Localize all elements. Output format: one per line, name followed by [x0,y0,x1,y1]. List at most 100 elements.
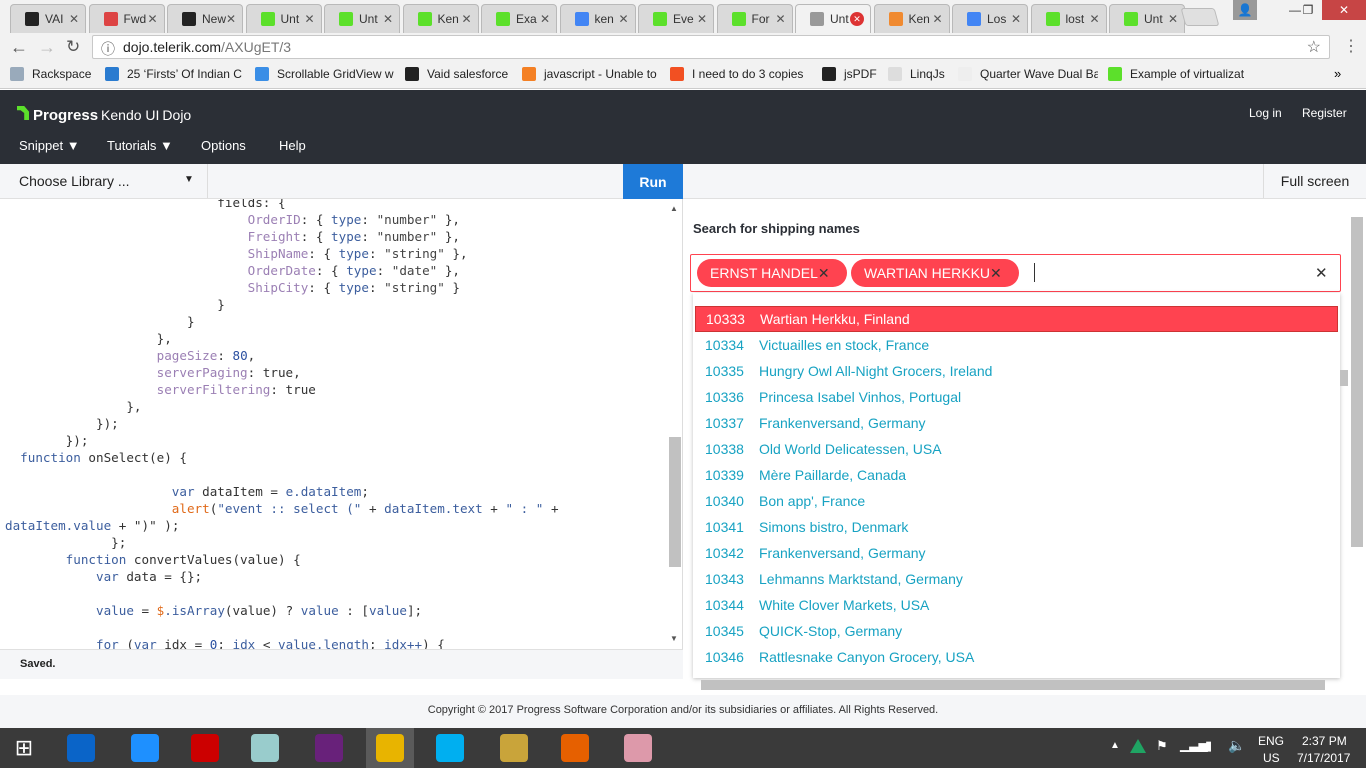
editor-scrollbar[interactable] [669,437,681,567]
taskbar-app-chrome[interactable] [366,728,414,768]
selected-tag[interactable]: ERNST HANDEL ✕ [697,259,847,287]
bookmark-item[interactable]: I need to do 3 copies [670,67,803,81]
tag-remove-icon[interactable]: ✕ [818,265,830,282]
close-window-button[interactable]: ✕ [1322,0,1366,20]
url-input[interactable]: ⓘ dojo.telerik.com/AXUgET/3 ☆ [92,35,1330,59]
browser-tab[interactable]: For ✕ [716,4,793,33]
bookmark-item[interactable]: Rackspace [10,67,91,81]
logo[interactable]: Progress Kendo UI Dojo [17,106,191,124]
taskbar-app-skype[interactable] [426,728,474,768]
tab-close-icon[interactable]: ✕ [697,12,707,26]
volume-icon[interactable]: 🔈 [1228,737,1245,754]
browser-tab[interactable]: Fwd ✕ [88,4,165,33]
horizontal-scrollbar[interactable] [701,680,1325,690]
bookmark-item[interactable]: jsPDF [822,67,877,81]
battery-icon[interactable]: ▮ [1205,738,1212,754]
tray-expand-icon[interactable]: ▲ [1110,740,1120,751]
tab-close-icon[interactable]: ✕ [618,12,628,26]
taskbar-app-outlook[interactable] [57,728,105,768]
taskbar-app-tools[interactable] [490,728,538,768]
browser-tab[interactable]: Eve ✕ [638,4,714,33]
bookmark-item[interactable]: Vaid salesforce [405,67,508,81]
tab-close-icon[interactable]: ✕ [304,12,314,26]
tab-close-icon[interactable]: ✕ [461,12,471,26]
bookmark-item[interactable]: LinqJs [888,67,945,81]
taskbar-app-notepad[interactable] [241,728,289,768]
list-scrollbar[interactable] [1340,370,1348,386]
list-item[interactable]: 10335 Hungry Owl All-Night Grocers, Irela… [695,358,1338,384]
list-item[interactable]: 10344 White Clover Markets, USA [695,592,1338,618]
library-dropdown[interactable]: Choose Library ... ▼ [0,164,208,198]
browser-tab[interactable]: New ✕ [167,4,243,33]
browser-tab[interactable]: Unt ✕ [245,4,322,33]
tab-error-close-icon[interactable]: ✕ [850,12,864,26]
tab-close-icon[interactable]: ✕ [775,12,785,26]
nav-tutorials[interactable]: Tutorials ▼ [107,138,173,153]
bookmarks-more-button[interactable]: » [1334,66,1341,81]
list-item[interactable]: 10336 Princesa Isabel Vinhos, Portugal [695,384,1338,410]
browser-tab[interactable]: ken ✕ [559,4,636,33]
nav-help[interactable]: Help [279,138,306,153]
register-link[interactable]: Register [1302,106,1347,120]
scroll-down-icon[interactable]: ▼ [670,634,678,643]
list-item[interactable]: 10337 Frankenversand, Germany [695,410,1338,436]
list-item[interactable]: 10334 Victuailles en stock, France [695,332,1338,358]
tab-close-icon[interactable]: ✕ [1089,12,1099,26]
reload-icon[interactable]: ↻ [66,37,80,57]
tag-remove-icon[interactable]: ✕ [990,265,1002,282]
taskbar-app-firefox[interactable] [551,728,599,768]
preview-scrollbar[interactable] [1351,217,1363,547]
nav-options[interactable]: Options [201,138,246,153]
list-item[interactable]: 10340 Bon app', France [695,488,1338,514]
browser-tab[interactable]: Unt ✕ [1109,4,1185,33]
fullscreen-button[interactable]: Full screen [1263,164,1366,198]
browser-tab[interactable]: lost ✕ [1030,4,1107,33]
tab-close-icon[interactable]: ✕ [226,12,236,26]
menu-icon[interactable]: ⋮ [1343,36,1359,56]
list-item[interactable]: 10343 Lehmanns Marktstand, Germany [695,566,1338,592]
clock-date[interactable]: 7/17/2017 [1297,751,1350,765]
browser-tab[interactable]: VAI ✕ [10,4,86,33]
network-icon[interactable]: ▁▃▅ [1180,738,1208,752]
region-indicator[interactable]: US [1263,751,1280,765]
browser-tab[interactable]: Exa ✕ [481,4,557,33]
selected-tag[interactable]: WARTIAN HERKKU ✕ [851,259,1019,287]
scroll-up-icon[interactable]: ▲ [670,204,678,213]
clock-time[interactable]: 2:37 PM [1302,734,1347,748]
run-button[interactable]: Run [623,164,683,199]
browser-tab[interactable]: Ken ✕ [873,4,950,33]
taskbar-app-paint[interactable] [614,728,662,768]
bookmark-item[interactable]: Quarter Wave Dual Ba [958,67,1098,81]
language-indicator[interactable]: ENG [1258,734,1284,748]
list-item[interactable]: 10341 Simons bistro, Denmark [695,514,1338,540]
nav-snippet[interactable]: Snippet ▼ [19,138,80,153]
start-button[interactable]: ⊞ [0,728,48,768]
list-item[interactable]: 10346 Rattlesnake Canyon Grocery, USA [695,644,1338,670]
taskbar-app-visual-studio[interactable] [305,728,353,768]
bookmark-item[interactable]: Example of virtualizat [1108,67,1244,81]
bookmark-item[interactable]: 25 ‘Firsts’ Of Indian C [105,67,242,81]
tab-close-icon[interactable]: ✕ [147,12,157,26]
tab-close-icon[interactable]: ✕ [932,12,942,26]
browser-tab[interactable]: Ken ✕ [402,4,479,33]
browser-tab[interactable]: Unt ✕ [795,4,871,33]
tab-close-icon[interactable]: ✕ [540,12,550,26]
taskbar-app-internet-explorer[interactable] [121,728,169,768]
list-item[interactable]: 10333 Wartian Herkku, Finland [695,306,1338,332]
tab-close-icon[interactable]: ✕ [1168,12,1178,26]
forward-icon[interactable]: → [38,37,56,58]
action-center-icon[interactable]: ⚑ [1156,738,1168,754]
login-link[interactable]: Log in [1249,106,1282,120]
list-item[interactable]: 10342 Frankenversand, Germany [695,540,1338,566]
bookmark-star-icon[interactable]: ☆ [1307,37,1321,57]
bookmark-item[interactable]: Scrollable GridView w [255,67,394,81]
tab-close-icon[interactable]: ✕ [69,12,79,26]
browser-tab[interactable]: Unt ✕ [324,4,400,33]
code-editor[interactable]: fields: { OrderID: { type: "number" }, F… [0,199,683,649]
taskbar-app-filezilla[interactable] [181,728,229,768]
tab-close-icon[interactable]: ✕ [1011,12,1021,26]
tab-close-icon[interactable]: ✕ [383,12,393,26]
profile-icon[interactable]: 👤 [1233,0,1257,20]
back-icon[interactable]: ← [10,37,28,58]
list-item[interactable]: 10338 Old World Delicatessen, USA [695,436,1338,462]
